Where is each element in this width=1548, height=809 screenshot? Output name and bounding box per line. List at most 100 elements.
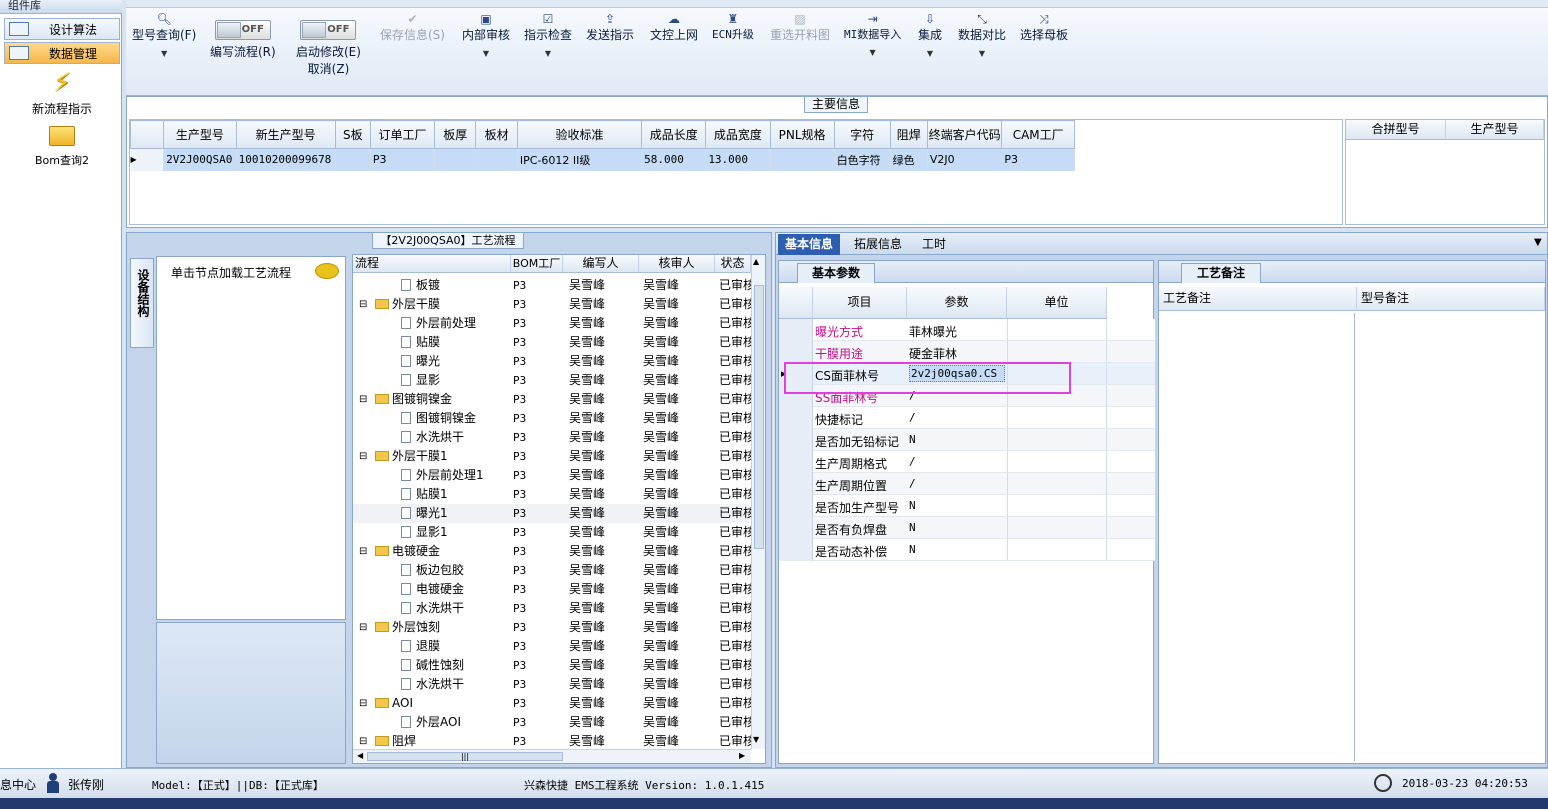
tree-leaf-node[interactable]: 外层AOI [401, 713, 461, 732]
param-value[interactable]: 硬金菲林 [909, 345, 957, 362]
cell[interactable]: IPC-6012 II级 [517, 148, 643, 171]
param-unit[interactable] [1007, 407, 1107, 428]
tree-leaf-node[interactable]: 曝光 [401, 352, 440, 371]
process-remark-textarea[interactable] [1159, 313, 1355, 761]
cell[interactable]: P3 [370, 148, 436, 171]
tree-folder-node[interactable]: 图镀铜镍金 [375, 390, 452, 409]
tab-extended-info[interactable]: 拓展信息 [846, 234, 910, 255]
tree-folder-node[interactable]: 阻焊 [375, 732, 416, 748]
column-header[interactable]: 阻焊 [889, 120, 928, 149]
new-flow-indicator-tool[interactable]: ⚡ 新流程指示 [22, 68, 102, 117]
dropdown-arrow-icon[interactable]: ▼ [1534, 237, 1542, 248]
column-header[interactable]: 板厚 [434, 120, 477, 149]
tree-row[interactable]: 板边包胶 P3 吴雪峰 吴雪峰 已审核 [353, 561, 751, 580]
column-header[interactable]: CAM工厂 [1001, 120, 1075, 149]
column-header[interactable]: 板材 [475, 120, 518, 149]
collapse-icon[interactable]: ⊟ [359, 618, 367, 637]
tree-row[interactable]: AOI ⊟ P3 吴雪峰 吴雪峰 已审核 [353, 694, 751, 713]
tree-leaf-node[interactable]: 水洗烘干 [401, 675, 464, 694]
tree-leaf-node[interactable]: 退膜 [401, 637, 440, 656]
main-info-row[interactable]: ▶ 2V2J00QSA0 10010200099678 P3 IPC-6012 II级 5… [130, 148, 1075, 171]
tree-leaf-node[interactable]: 外层前处理 [401, 314, 476, 333]
scroll-thumb[interactable] [754, 285, 764, 549]
tree-leaf-node[interactable]: 曝光1 [401, 504, 448, 523]
param-unit[interactable] [1007, 341, 1107, 362]
cell[interactable]: V2J0 [927, 148, 1003, 171]
cell[interactable]: 58.000 [641, 148, 707, 171]
mi-import-button[interactable]: ⇥ MI数据导入 ▼ [844, 12, 901, 57]
tree-leaf-node[interactable]: 图镀铜镍金 [401, 409, 476, 428]
param-row[interactable]: 是否动态补偿 N [779, 539, 1155, 561]
tree-row[interactable]: 显影1 P3 吴雪峰 吴雪峰 已审核 [353, 523, 751, 542]
message-center-label[interactable]: 息中心 [0, 776, 36, 793]
param-value[interactable]: / [909, 411, 916, 424]
reselect-cutting-button[interactable]: ▨ 重选开料图 [770, 12, 830, 43]
param-row[interactable]: 生产周期位置 / [779, 473, 1155, 495]
param-value[interactable]: N [909, 433, 916, 446]
cancel-label[interactable]: 取消(Z) [308, 62, 350, 76]
vertical-scrollbar[interactable]: ▲ ▼ [751, 255, 765, 749]
tree-row[interactable]: 显影 P3 吴雪峰 吴雪峰 已审核 [353, 371, 751, 390]
tree-row[interactable]: 外层AOI P3 吴雪峰 吴雪峰 已审核 [353, 713, 751, 732]
tree-leaf-node[interactable]: 水洗烘干 [401, 599, 464, 618]
tree-leaf-node[interactable]: 板边包胶 [401, 561, 464, 580]
data-compare-button[interactable]: ⤡ 数据对比 ▼ [958, 12, 1006, 58]
cell[interactable]: P3 [1001, 148, 1075, 171]
collapse-icon[interactable]: ⊟ [359, 390, 367, 409]
tree-leaf-node[interactable]: 板镀 [401, 276, 440, 295]
send-indicator-button[interactable]: ⇪ 发送指示 [586, 12, 634, 43]
tab-process-remark[interactable]: 工艺备注 [1181, 263, 1261, 283]
tree-leaf-node[interactable]: 显影 [401, 371, 440, 390]
tree-row[interactable]: 水洗烘干 P3 吴雪峰 吴雪峰 已审核 [353, 599, 751, 618]
tree-leaf-node[interactable]: 水洗烘干 [401, 428, 464, 447]
tree-leaf-node[interactable]: 贴膜 [401, 333, 440, 352]
param-value[interactable]: / [909, 477, 916, 490]
param-value[interactable]: N [909, 521, 916, 534]
column-header[interactable]: 成品长度 [641, 120, 707, 149]
h-scroll-thumb[interactable]: ||| [367, 752, 563, 761]
tab-basic-params[interactable]: 基本参数 [797, 263, 875, 283]
tree-row[interactable]: 贴膜 P3 吴雪峰 吴雪峰 已审核 [353, 333, 751, 352]
column-header-unit[interactable]: 单位 [1007, 287, 1107, 319]
cell[interactable]: 13.000 [705, 148, 771, 171]
internal-audit-button[interactable]: ▣ 内部审核 ▼ [462, 12, 510, 58]
cell[interactable] [335, 148, 371, 171]
param-row[interactable]: 是否加生产型号 N [779, 495, 1155, 517]
param-row[interactable]: 快捷标记 / [779, 407, 1155, 429]
column-header-writer[interactable]: 编写人 [563, 255, 639, 273]
tree-row[interactable]: 水洗烘干 P3 吴雪峰 吴雪峰 已审核 [353, 428, 751, 447]
edit-flow-control[interactable]: OFF 编写流程(R) [210, 20, 276, 60]
cell[interactable]: 2V2J00QSA0 [163, 148, 237, 171]
integrate-button[interactable]: ⇩ 集成 ▼ [918, 12, 942, 58]
tree-row[interactable]: 曝光1 P3 吴雪峰 吴雪峰 已审核 [353, 504, 751, 523]
tree-row[interactable]: 外层前处理1 P3 吴雪峰 吴雪峰 已审核 [353, 466, 751, 485]
param-unit[interactable] [1007, 451, 1107, 472]
indicator-check-button[interactable]: ☑ 指示检查 ▼ [524, 12, 572, 58]
param-unit[interactable] [1007, 539, 1107, 560]
column-header-reviewer[interactable]: 核审人 [639, 255, 715, 273]
tree-leaf-node[interactable]: 电镀硬金 [401, 580, 464, 599]
tree-row[interactable]: 外层干膜 ⊟ P3 吴雪峰 吴雪峰 已审核 [353, 295, 751, 314]
param-unit[interactable] [1007, 495, 1107, 516]
param-unit[interactable] [1007, 429, 1107, 450]
tree-leaf-node[interactable]: 碱性蚀刻 [401, 656, 464, 675]
param-row[interactable]: 生产周期格式 / [779, 451, 1155, 473]
column-header[interactable]: 生产型号 [163, 120, 237, 149]
column-header[interactable]: PNL规格 [769, 120, 835, 149]
tree-folder-node[interactable]: 外层干膜 [375, 295, 440, 314]
column-header-status[interactable]: 状态 [715, 255, 751, 273]
column-header[interactable]: S板 [334, 120, 371, 149]
start-modify-toggle[interactable]: OFF [300, 20, 357, 40]
column-header-param[interactable]: 参数 [907, 287, 1007, 319]
column-header-bom-factory[interactable]: BOM工厂 [511, 255, 563, 273]
collapse-icon[interactable]: ⊟ [359, 447, 367, 466]
param-row[interactable]: 是否加无铅标记 N [779, 429, 1155, 451]
model-query-button[interactable]: 🔍︎ 型号查询(F) ▼ [132, 12, 196, 58]
tree-row[interactable]: 板镀 P3 吴雪峰 吴雪峰 已审核 [353, 276, 751, 295]
param-row[interactable]: 曝光方式 菲林曝光 [779, 319, 1155, 341]
collapse-icon[interactable]: ⊟ [359, 295, 367, 314]
tree-folder-node[interactable]: AOI [375, 694, 413, 713]
nav-item-data-management[interactable]: 数据管理 [4, 42, 120, 64]
edit-flow-toggle[interactable]: OFF [214, 20, 271, 40]
column-header-item[interactable]: 项目 [813, 287, 907, 319]
